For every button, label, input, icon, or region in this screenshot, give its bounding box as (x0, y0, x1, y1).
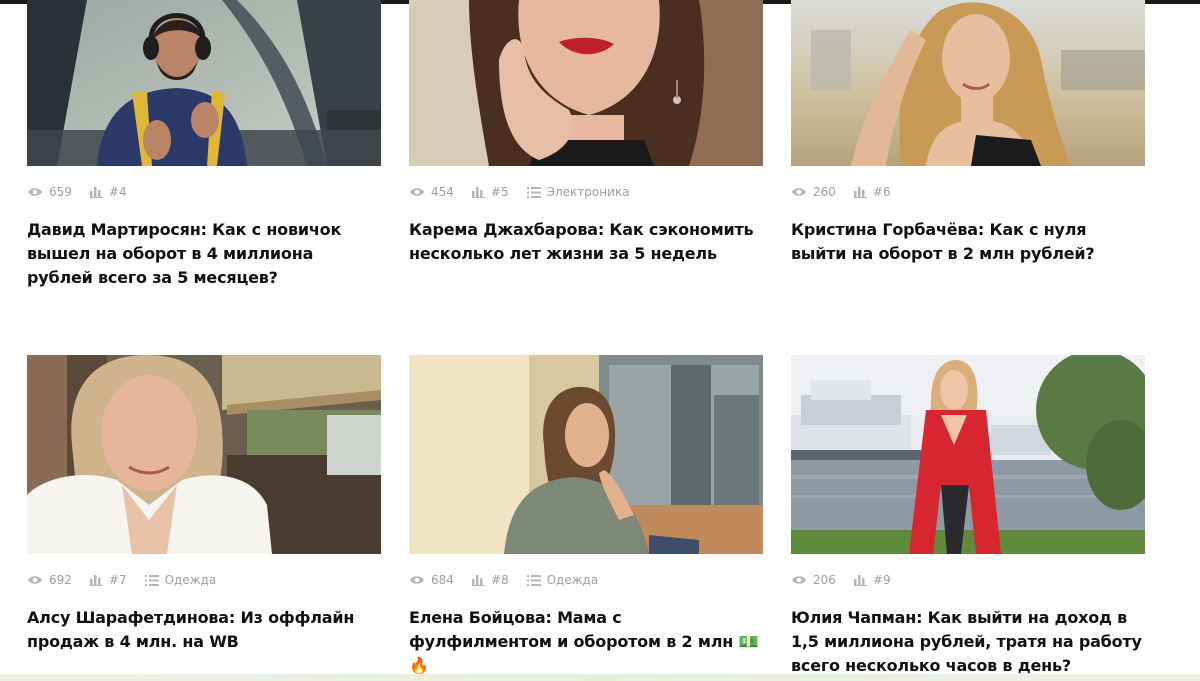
category-link[interactable]: Одежда (144, 573, 216, 587)
article-meta: 659 #4 (27, 182, 381, 202)
view-count: 454 (409, 185, 454, 199)
article-meta: 206 #9 (791, 570, 1145, 590)
bar-chart-icon (471, 574, 485, 586)
article-meta: 684 #8 Одежда (409, 570, 763, 590)
rank: #5 (471, 185, 509, 199)
article-title[interactable]: Карема Джахбарова: Как сэкономить нескол… (409, 218, 763, 266)
eye-icon (28, 576, 42, 584)
rank: #8 (471, 573, 509, 587)
article-thumbnail[interactable] (791, 355, 1145, 554)
eye-icon (792, 188, 806, 196)
article-title[interactable]: Алсу Шарафетдинова: Из оффлайн продаж в … (27, 606, 381, 654)
bar-chart-icon (89, 186, 103, 198)
article-meta: 454 #5 Электроника (409, 182, 763, 202)
eye-icon (410, 188, 424, 196)
eye-icon (410, 576, 424, 584)
article-card[interactable]: 692 #7 Одежда Алсу Шарафетдинова: Из офф… (27, 355, 381, 654)
view-count: 684 (409, 573, 454, 587)
bar-chart-icon (853, 186, 867, 198)
view-count: 260 (791, 185, 836, 199)
article-title[interactable]: Юлия Чапман: Как выйти на доход в 1,5 ми… (791, 606, 1145, 678)
article-card[interactable]: 454 #5 Электроника Карема Джахбарова: Ка… (409, 0, 763, 266)
article-thumbnail[interactable] (791, 0, 1145, 166)
category-link[interactable]: Электроника (526, 185, 629, 199)
bar-chart-icon (853, 574, 867, 586)
article-meta: 260 #6 (791, 182, 1145, 202)
rank: #9 (853, 573, 891, 587)
page-bottom-strip (0, 674, 1200, 681)
article-card[interactable]: 684 #8 Одежда Елена Бойцова: Мама с фулф… (409, 355, 763, 678)
article-meta: 692 #7 Одежда (27, 570, 381, 590)
article-thumbnail[interactable] (27, 0, 381, 166)
article-thumbnail[interactable] (409, 0, 763, 166)
view-count: 692 (27, 573, 72, 587)
article-thumbnail[interactable] (409, 355, 763, 554)
article-title[interactable]: Давид Мартиросян: Как с новичок вышел на… (27, 218, 381, 290)
list-icon (526, 574, 541, 586)
article-card[interactable]: 206 #9 Юлия Чапман: Как выйти на доход в… (791, 355, 1145, 678)
article-thumbnail[interactable] (27, 355, 381, 554)
article-title[interactable]: Кристина Горбачёва: Как с нуля выйти на … (791, 218, 1145, 266)
article-title[interactable]: Елена Бойцова: Мама с фулфилментом и обо… (409, 606, 763, 678)
bar-chart-icon (471, 186, 485, 198)
rank: #7 (89, 573, 127, 587)
list-icon (144, 574, 159, 586)
bar-chart-icon (89, 574, 103, 586)
article-card[interactable]: 260 #6 Кристина Горбачёва: Как с нуля вы… (791, 0, 1145, 266)
category-link[interactable]: Одежда (526, 573, 598, 587)
rank: #6 (853, 185, 891, 199)
rank: #4 (89, 185, 127, 199)
view-count: 206 (791, 573, 836, 587)
view-count: 659 (27, 185, 72, 199)
article-card[interactable]: 659 #4 Давид Мартиросян: Как с новичок в… (27, 0, 381, 290)
list-icon (526, 186, 541, 198)
eye-icon (792, 576, 806, 584)
eye-icon (28, 188, 42, 196)
